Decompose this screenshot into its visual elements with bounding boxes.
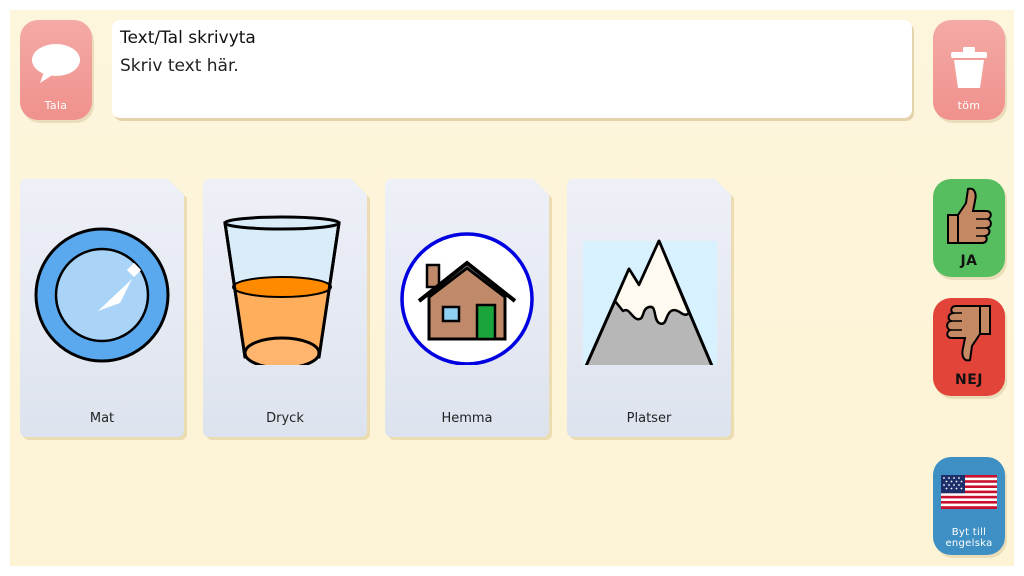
card-platser[interactable]: Platser [567, 179, 731, 437]
card-dryck[interactable]: Dryck [203, 179, 367, 437]
switch-language-label-line2: engelska [945, 538, 993, 549]
us-flag-icon [941, 475, 997, 509]
card-hemma[interactable]: Hemma [385, 179, 549, 437]
clear-button[interactable]: töm [933, 20, 1005, 120]
trash-icon [951, 47, 987, 88]
card-label: Platser [626, 411, 672, 426]
switch-language-button[interactable]: Byt till engelska [933, 457, 1005, 555]
thumbs-up-icon [947, 187, 992, 244]
speech-bubble-icon [32, 44, 80, 83]
speak-button-label: Tala [44, 99, 68, 112]
thumbs-down-icon [946, 305, 991, 362]
plate-icon [34, 227, 170, 363]
yes-button[interactable]: JA [933, 179, 1005, 277]
card-label: Mat [89, 411, 115, 426]
mountain-icon [581, 239, 717, 365]
text-area-title: Text/Tal skrivyta [120, 28, 256, 48]
yes-button-label: JA [960, 253, 978, 269]
no-button[interactable]: NEJ [933, 298, 1005, 396]
switch-language-label-line1: Byt till [951, 527, 987, 538]
glass-icon [223, 215, 341, 365]
clear-button-label: töm [957, 99, 981, 112]
house-icon [400, 232, 534, 365]
no-button-label: NEJ [955, 372, 983, 388]
text-input-area[interactable]: Text/Tal skrivyta Skriv text här. [112, 20, 912, 118]
switch-language-label: Byt till engelska [945, 527, 992, 549]
card-label: Hemma [441, 411, 493, 426]
text-area-placeholder[interactable]: Skriv text här. [120, 56, 904, 76]
speak-button[interactable]: Tala [20, 20, 92, 120]
card-label: Dryck [266, 411, 304, 426]
card-mat[interactable]: Mat [20, 179, 184, 437]
app-canvas: Tala Text/Tal skrivyta Skriv text här. t… [10, 10, 1014, 566]
